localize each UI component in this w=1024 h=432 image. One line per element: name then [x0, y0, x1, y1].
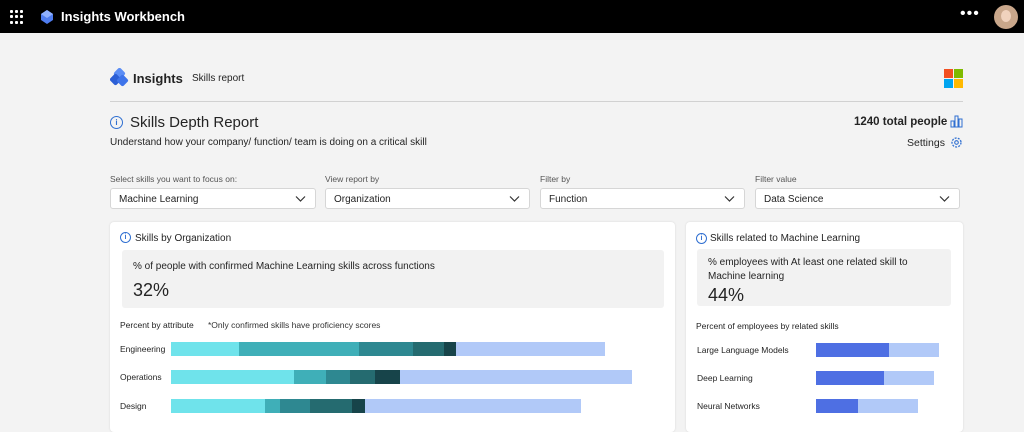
bar-chart-icon[interactable]	[950, 115, 963, 128]
stat-box: % employees with At least one related sk…	[697, 249, 951, 306]
bar-segment[interactable]	[455, 342, 605, 356]
row-label: Deep Learning	[697, 373, 753, 383]
related-skill-bar[interactable]	[816, 399, 918, 413]
chevron-down-icon	[939, 196, 950, 202]
bar-segment[interactable]	[816, 371, 884, 385]
filter-value-select[interactable]: Data Science	[755, 188, 960, 209]
report-title: Skills Depth Report	[130, 114, 259, 131]
chevron-down-icon	[295, 196, 306, 202]
bar-segment[interactable]	[294, 370, 326, 384]
bar-segment[interactable]	[889, 343, 939, 357]
bar-segment[interactable]	[858, 399, 918, 413]
skills-select[interactable]: Machine Learning	[110, 188, 316, 209]
view-report-select-value: Organization	[334, 194, 391, 205]
insights-app-icon	[41, 10, 53, 24]
bar-segment[interactable]	[399, 370, 632, 384]
bar-segment[interactable]	[171, 399, 265, 413]
stat-value: 32%	[133, 280, 170, 300]
top-bar: Insights Workbench •••	[0, 0, 1024, 33]
bar-segment[interactable]	[375, 370, 400, 384]
stacked-bar[interactable]	[171, 399, 581, 413]
bar-segment[interactable]	[352, 399, 365, 413]
row-label: Large Language Models	[697, 345, 789, 355]
view-report-select[interactable]: Organization	[325, 188, 530, 209]
section-label: Percent of employees by related skills	[696, 321, 839, 331]
card-title: Skills related to Machine Learning	[710, 233, 861, 244]
stat-box: % of people with confirmed Machine Learn…	[122, 250, 664, 308]
bar-segment[interactable]	[239, 342, 359, 356]
bar-segment[interactable]	[365, 399, 581, 413]
bar-segment[interactable]	[816, 343, 889, 357]
bar-segment[interactable]	[443, 342, 456, 356]
stat-value: 44%	[708, 285, 745, 305]
filter-by-select[interactable]: Function	[540, 188, 745, 209]
header-divider	[110, 101, 963, 102]
section-label: Percent by attribute	[120, 320, 194, 330]
filter-value-label: Filter value	[755, 174, 797, 184]
chevron-down-icon	[509, 196, 520, 202]
row-label: Engineering	[120, 344, 166, 354]
row-label: Operations	[120, 372, 162, 382]
bar-segment[interactable]	[280, 399, 310, 413]
bar-segment[interactable]	[265, 399, 280, 413]
card-title: Skills by Organization	[135, 233, 232, 244]
filter-by-select-value: Function	[549, 194, 588, 205]
bar-segment[interactable]	[349, 370, 375, 384]
app-launcher-icon[interactable]	[10, 10, 24, 24]
bar-segment[interactable]	[326, 370, 350, 384]
skills-select-value: Machine Learning	[119, 194, 199, 205]
gear-icon[interactable]	[950, 136, 963, 149]
related-skills-card: i Skills related to Machine Learning % e…	[686, 222, 963, 432]
bar-segment[interactable]	[412, 342, 444, 356]
row-label: Design	[120, 401, 147, 411]
filter-value-select-value: Data Science	[764, 194, 824, 205]
bar-segment[interactable]	[816, 399, 858, 413]
card-info-icon[interactable]: i	[120, 232, 131, 243]
bar-segment[interactable]	[359, 342, 413, 356]
bar-segment[interactable]	[310, 399, 352, 413]
related-skill-bar[interactable]	[816, 371, 934, 385]
related-skill-bar[interactable]	[816, 343, 939, 357]
avatar[interactable]	[994, 5, 1018, 29]
filter-by-label: Filter by	[540, 174, 571, 184]
card-info-icon[interactable]: i	[696, 233, 707, 244]
skills-by-organization-card: i Skills by Organization % of people wit…	[110, 222, 675, 432]
settings-link[interactable]: Settings	[907, 137, 945, 149]
page-title: Insights	[133, 71, 183, 86]
bar-segment[interactable]	[171, 370, 294, 384]
row-label: Neural Networks	[697, 401, 760, 411]
stat-description: % employees with At least one related sk…	[708, 257, 908, 282]
total-people: 1240 total people	[854, 116, 948, 128]
skills-filter-label: Select skills you want to focus on:	[110, 174, 238, 184]
page-subtitle: Skills report	[192, 73, 245, 84]
proficiency-note: *Only confirmed skills have proficiency …	[208, 320, 381, 330]
bar-segment[interactable]	[884, 371, 934, 385]
insights-logo-icon	[110, 68, 129, 87]
microsoft-logo-icon	[944, 69, 963, 88]
view-by-label: View report by	[325, 174, 380, 184]
insights-header: Insights Skills report	[110, 68, 963, 92]
report-info-icon[interactable]: i	[110, 116, 123, 129]
bar-segment[interactable]	[171, 342, 239, 356]
stacked-bar[interactable]	[171, 370, 632, 384]
chevron-down-icon	[724, 196, 735, 202]
stacked-bar[interactable]	[171, 342, 605, 356]
more-options-icon[interactable]: •••	[960, 5, 980, 23]
app-title: Insights Workbench	[61, 9, 185, 24]
stat-description: % of people with confirmed Machine Learn…	[133, 261, 435, 272]
report-description: Understand how your company/ function/ t…	[110, 137, 427, 148]
